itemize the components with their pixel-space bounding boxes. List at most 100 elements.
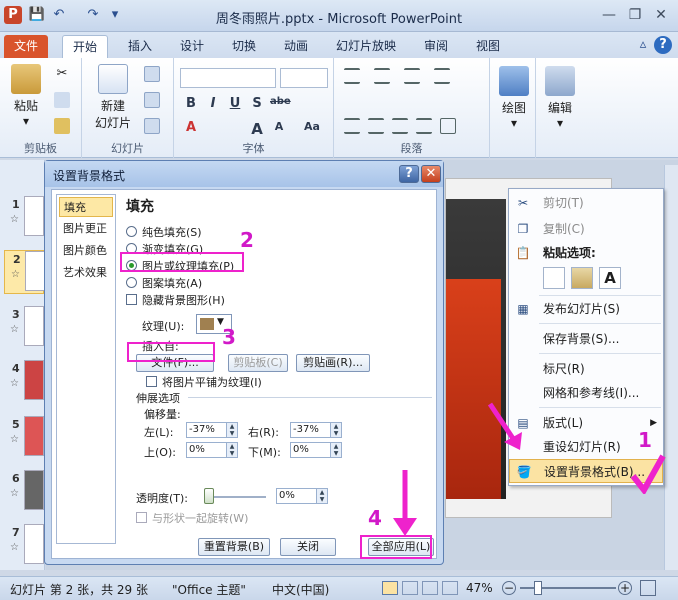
vertical-scrollbar[interactable] (664, 165, 678, 570)
transparency-slider-thumb[interactable] (204, 488, 214, 504)
paste-text-only-icon[interactable]: A (599, 267, 621, 289)
slide-count-status: 幻灯片 第 2 张，共 29 张 (10, 583, 148, 597)
columns-icon[interactable] (440, 118, 456, 134)
tab-home[interactable]: 开始 (62, 35, 109, 58)
bold-button[interactable]: B (182, 96, 200, 111)
scissors-icon: ✂ (517, 196, 529, 210)
reset-slide-icon[interactable] (144, 92, 160, 108)
nav-fill[interactable]: 填充 (59, 197, 113, 217)
increase-indent-icon[interactable] (434, 68, 450, 84)
copy-icon[interactable] (54, 92, 70, 108)
shrink-font-button[interactable]: A (270, 120, 288, 133)
tab-transitions[interactable]: 切换 (222, 35, 266, 58)
new-slide-button[interactable]: 新建 幻灯片 (88, 64, 138, 131)
right-offset-input[interactable]: -37% ▲ ▼ (290, 422, 342, 438)
zoom-in-icon[interactable]: + (618, 581, 632, 595)
hide-background-checkbox[interactable] (126, 294, 137, 305)
grow-font-button[interactable]: A (248, 120, 266, 138)
menu-item-save-background[interactable]: 保存背景(S)... (509, 327, 663, 351)
restore-icon[interactable]: ❐ (624, 6, 646, 24)
format-painter-icon[interactable] (54, 118, 70, 134)
slide-thumbnail-selected[interactable]: 2 ☆ (4, 250, 45, 294)
tab-view[interactable]: 视图 (466, 35, 510, 58)
font-name-box[interactable] (180, 68, 276, 88)
minimize-icon[interactable]: — (598, 6, 620, 24)
align-right-icon[interactable] (392, 118, 408, 134)
spin-arrows-icon[interactable]: ▲ ▼ (226, 423, 237, 437)
fill-heading: 填充 (126, 199, 154, 215)
slide-thumbnail[interactable]: 5 ☆ (4, 416, 44, 460)
slideshow-icon[interactable] (442, 581, 458, 595)
drawing-button[interactable]: 绘图 ▾ (496, 66, 532, 130)
ribbon: 粘贴 ▾ ✂ 剪贴板 新建 幻灯片 幻灯片 B I U S abe A A A Aa… (0, 58, 678, 158)
dialog-help-button[interactable]: ? (399, 165, 419, 183)
close-window-icon[interactable]: ✕ (650, 6, 672, 24)
tab-design[interactable]: 设计 (170, 35, 214, 58)
cut-icon[interactable]: ✂ (54, 66, 70, 82)
zoom-out-icon[interactable]: − (502, 581, 516, 595)
numbering-icon[interactable] (374, 68, 390, 84)
italic-button[interactable]: I (204, 96, 222, 111)
slide-thumbnail[interactable]: 4 ☆ (4, 360, 44, 404)
slide-thumbnail[interactable]: 7 ☆ (4, 524, 44, 568)
zoom-slider-thumb[interactable] (534, 581, 542, 595)
editing-button[interactable]: 编辑 ▾ (542, 66, 578, 130)
reading-view-icon[interactable] (422, 581, 438, 595)
spin-arrows-icon[interactable]: ▲ ▼ (316, 489, 327, 503)
align-left-icon[interactable] (344, 118, 360, 134)
find-icon (545, 66, 575, 96)
left-offset-input[interactable]: -37% ▲ ▼ (186, 422, 238, 438)
strikethrough-button[interactable]: abe (270, 96, 291, 107)
slide-thumbnail[interactable]: 6 ☆ (4, 470, 44, 514)
tab-insert[interactable]: 插入 (118, 35, 162, 58)
paste-use-destination-theme-icon[interactable] (543, 267, 565, 289)
tab-file[interactable]: 文件 (4, 35, 49, 58)
tab-review[interactable]: 审阅 (414, 35, 458, 58)
slide-thumbnail[interactable]: 3 ☆ (4, 306, 44, 350)
help-icon[interactable]: ? (654, 36, 672, 54)
transparency-input[interactable]: 0% ▲ ▼ (276, 488, 328, 504)
justify-icon[interactable] (416, 118, 432, 134)
font-color-button[interactable]: A (182, 120, 200, 135)
close-dialog-button[interactable]: 关闭 (280, 538, 336, 556)
layout-icon[interactable] (144, 66, 160, 82)
spin-arrows-icon[interactable]: ▲ ▼ (226, 443, 237, 457)
top-offset-input[interactable]: 0% ▲ ▼ (186, 442, 238, 458)
tab-slideshow[interactable]: 幻灯片放映 (326, 35, 406, 58)
normal-view-icon[interactable] (382, 581, 398, 595)
tab-animations[interactable]: 动画 (274, 35, 318, 58)
change-case-button[interactable]: Aa (300, 120, 324, 133)
nav-artistic-effects[interactable]: 艺术效果 (59, 263, 113, 283)
zoom-level[interactable]: 47% (466, 581, 493, 595)
bullets-icon[interactable] (344, 68, 360, 84)
tile-checkbox[interactable] (146, 376, 157, 387)
language-status[interactable]: 中文(中国) (272, 581, 329, 598)
menu-item-ruler[interactable]: 标尺(R) (509, 357, 663, 381)
solid-fill-radio[interactable] (126, 226, 137, 237)
bottom-offset-input[interactable]: 0% ▲ ▼ (290, 442, 342, 458)
paste-keep-source-formatting-icon[interactable] (571, 267, 593, 289)
nav-picture-corrections[interactable]: 图片更正 (59, 219, 113, 239)
slide-sorter-icon[interactable] (402, 581, 418, 595)
slide-thumbnail[interactable]: 1 ☆ (4, 196, 44, 240)
pattern-fill-radio[interactable] (126, 277, 137, 288)
font-size-box[interactable] (280, 68, 328, 88)
menu-item-publish-slides[interactable]: ▦ 发布幻灯片(S) (509, 297, 663, 321)
nav-picture-color[interactable]: 图片颜色 (59, 241, 113, 261)
dialog-close-button[interactable]: ✕ (421, 165, 441, 183)
ribbon-minimize-icon[interactable]: ▵ (634, 36, 652, 54)
group-slides: 新建 幻灯片 幻灯片 (82, 58, 174, 158)
group-editing: 编辑 ▾ (536, 58, 582, 158)
clipart-button[interactable]: 剪贴画(R)... (296, 354, 370, 372)
fit-to-window-icon[interactable] (640, 580, 656, 596)
spin-arrows-icon[interactable]: ▲ ▼ (330, 423, 341, 437)
reset-background-button[interactable]: 重置背景(B) (198, 538, 270, 556)
menu-item-grid-guides[interactable]: 网格和参考线(I)... (509, 381, 663, 405)
section-icon[interactable] (144, 118, 160, 134)
spin-arrows-icon[interactable]: ▲ ▼ (330, 443, 341, 457)
paste-button[interactable]: 粘贴 ▾ (6, 64, 46, 128)
underline-button[interactable]: U (226, 96, 244, 111)
shadow-button[interactable]: S (248, 96, 266, 111)
align-center-icon[interactable] (368, 118, 384, 134)
decrease-indent-icon[interactable] (404, 68, 420, 84)
